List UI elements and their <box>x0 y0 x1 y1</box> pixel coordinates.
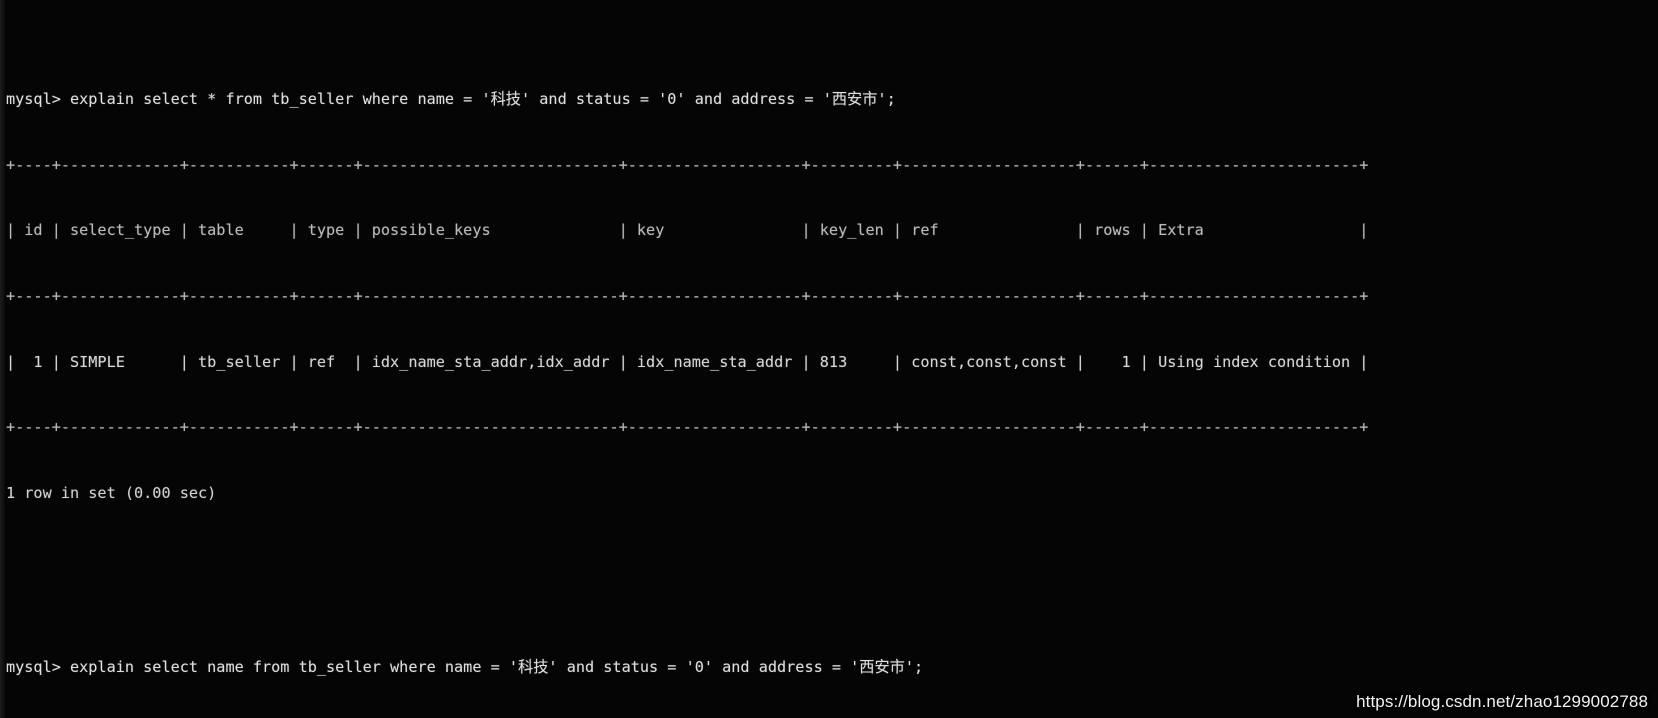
command-line: mysql> explain select name from tb_selle… <box>6 658 924 677</box>
terminal-window[interactable]: mysql> explain select * from tb_seller w… <box>0 0 1658 718</box>
table-data-row: | 1 | SIMPLE | tb_seller | ref | idx_nam… <box>6 352 1369 371</box>
table-separator-bottom: +----+-------------+-----------+------+-… <box>6 418 1369 437</box>
terminal-output: mysql> explain select * from tb_seller w… <box>6 2 1658 718</box>
table-header-row: | id | select_type | table | type | poss… <box>6 221 1369 240</box>
watermark-url: https://blog.csdn.net/zhao1299002788 <box>1354 692 1650 712</box>
table-separator-mid: +----+-------------+-----------+------+-… <box>6 286 1369 305</box>
result-status-line: 1 row in set (0.00 sec) <box>6 483 217 502</box>
command-line: mysql> explain select * from tb_seller w… <box>6 90 896 109</box>
table-separator-top: +----+-------------+-----------+------+-… <box>6 155 1369 174</box>
